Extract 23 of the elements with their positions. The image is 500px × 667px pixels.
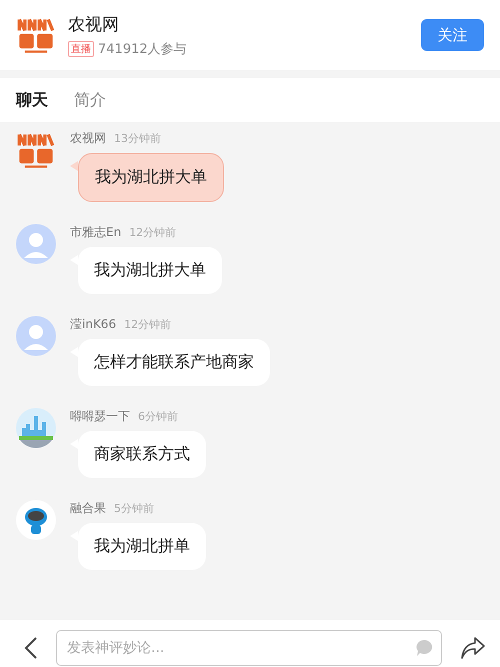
timestamp: 12分钟前 (124, 317, 172, 332)
username: 嘚嘚瑟一下 (70, 408, 130, 425)
city-avatar-icon (16, 408, 56, 448)
timestamp: 12分钟前 (129, 225, 176, 240)
timestamp: 6分钟前 (138, 409, 178, 424)
username: 融合果 (70, 500, 106, 517)
avatar-icon (16, 316, 56, 356)
username: 滢inK66 (70, 316, 116, 333)
avatar-icon (16, 224, 56, 264)
live-badge: 直播 (68, 40, 94, 56)
share-icon[interactable] (460, 636, 486, 660)
robot-avatar-icon (16, 500, 56, 540)
channel-name: 农视网 (68, 14, 120, 36)
username: 市雅志En (70, 224, 122, 241)
timestamp: 5分钟前 (114, 501, 154, 516)
comment-field[interactable]: 发表神评妙论... (56, 630, 442, 666)
tab[interactable]: 简介 (74, 90, 106, 110)
back-icon[interactable] (24, 636, 38, 660)
participant-count: 741912人参与 (98, 40, 187, 58)
tab[interactable]: 聊天 (16, 90, 48, 110)
username: 农视网 (70, 130, 106, 147)
follow-button[interactable]: 关注 (421, 19, 484, 51)
timestamp: 13分钟前 (114, 131, 161, 146)
